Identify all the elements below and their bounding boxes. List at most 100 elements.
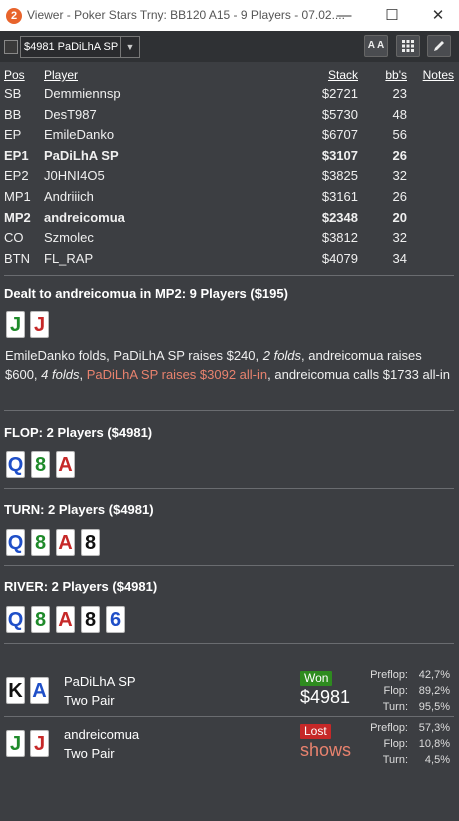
row-stack: $3812	[321, 230, 358, 246]
equity-value: 89,2%	[418, 685, 450, 697]
table-row[interactable]: MP1 Andriiich $3161 26	[0, 189, 459, 210]
header-notes[interactable]: Notes	[423, 68, 454, 82]
title-bar: 2 Viewer - Poker Stars Trny: BB120 A15 -…	[0, 0, 459, 31]
row-stack: $2721	[321, 86, 358, 101]
playing-card: J	[30, 730, 49, 757]
divider	[4, 565, 454, 566]
row-player: Andriiich	[44, 189, 94, 204]
playing-card: 8	[81, 606, 100, 633]
row-stack: $3107	[321, 147, 358, 163]
table-row[interactable]: BB DesT987 $5730 48	[0, 107, 459, 128]
row-pos: SB	[4, 86, 22, 101]
playing-card: A	[56, 451, 75, 478]
playing-card: Q	[6, 451, 25, 478]
playing-card: K	[6, 677, 25, 704]
row-stack: $6707	[321, 127, 358, 143]
playing-card: 6	[106, 606, 125, 633]
grid-button[interactable]	[396, 35, 420, 57]
equity-label: Flop:	[383, 685, 408, 697]
row-bbs: 48	[392, 106, 407, 122]
row-bbs: 26	[392, 189, 407, 204]
row-stack: $3825	[321, 168, 358, 184]
row-player: DesT987	[44, 106, 97, 122]
result-badge: Won	[300, 671, 333, 686]
table-row[interactable]: EP1 PaDiLhA SP $3107 26	[0, 148, 459, 169]
table-row[interactable]: BTN FL_RAP $4079 34	[0, 251, 459, 272]
header-bbs[interactable]: bb's	[385, 68, 407, 82]
row-pos: EP	[4, 127, 22, 143]
equity-value: 95,5%	[418, 701, 450, 713]
font-size-icon: A A	[367, 40, 385, 51]
font-size-button[interactable]: A A	[364, 35, 388, 57]
equity-value: 10,8%	[418, 738, 450, 750]
row-pos: EP2	[4, 168, 29, 184]
row-bbs: 20	[392, 209, 407, 225]
row-player: Szmolec	[44, 230, 94, 246]
divider	[4, 275, 454, 276]
row-pos: MP1	[4, 189, 31, 204]
select-checkbox[interactable]	[4, 40, 18, 54]
row-pos: CO	[4, 230, 24, 246]
window-title: Viewer - Poker Stars Trny: BB120 A15 - 9…	[27, 8, 345, 22]
row-player: EmileDanko	[44, 127, 115, 143]
playing-card: J	[6, 311, 25, 338]
row-player: J0HNI4O5	[44, 168, 105, 184]
edit-button[interactable]	[427, 35, 451, 57]
table-row[interactable]: SB Demmiennsp $2721 23	[0, 86, 459, 107]
row-bbs: 23	[392, 86, 407, 101]
chevron-down-icon[interactable]: ▼	[120, 37, 139, 57]
playing-card: J	[6, 730, 25, 757]
row-pos: MP2	[4, 209, 31, 225]
close-button[interactable]: ✕	[415, 0, 459, 31]
table-row[interactable]: MP2 andreicomua $2348 20	[0, 210, 459, 231]
preflop-title: Dealt to andreicomua in MP2: 9 Players (…	[4, 286, 288, 301]
divider	[4, 643, 454, 644]
hand-select[interactable]: $4981 PaDiLhA SP ▼	[20, 36, 140, 58]
pencil-icon	[434, 41, 444, 51]
divider	[4, 410, 454, 411]
flop-title: FLOP: 2 Players ($4981)	[4, 425, 153, 440]
result-amount: $4981	[300, 687, 351, 707]
showdown-hand: Two Pair	[64, 746, 115, 761]
minimize-button[interactable]: —	[321, 0, 367, 31]
playing-card: A	[30, 677, 49, 704]
playing-card: A	[56, 606, 75, 633]
row-pos: BTN	[4, 250, 30, 266]
row-stack: $2348	[321, 209, 358, 225]
divider	[4, 716, 454, 717]
equity-label: Turn:	[382, 754, 408, 766]
playing-card: 8	[31, 529, 50, 556]
row-bbs: 26	[392, 147, 407, 163]
result-badge: Lost	[300, 724, 331, 739]
table-row[interactable]: EP2 J0HNI4O5 $3825 32	[0, 168, 459, 189]
equity-label: Preflop:	[370, 669, 408, 681]
playing-card: Q	[6, 529, 25, 556]
row-bbs: 56	[392, 127, 407, 143]
showdown-hand: Two Pair	[64, 693, 115, 708]
playing-card: A	[56, 529, 75, 556]
divider	[4, 488, 454, 489]
river-title: RIVER: 2 Players ($4981)	[4, 579, 158, 594]
playing-card: J	[30, 311, 49, 338]
table-row[interactable]: CO Szmolec $3812 32	[0, 230, 459, 251]
header-player[interactable]: Player	[44, 68, 78, 82]
header-pos[interactable]: Pos	[4, 68, 25, 82]
equity-value: 42,7%	[418, 669, 450, 681]
row-bbs: 34	[392, 250, 407, 266]
header-stack[interactable]: Stack	[328, 68, 358, 82]
hand-select-value: $4981 PaDiLhA SP	[24, 41, 119, 53]
showdown-player-name: andreicomua	[64, 727, 140, 742]
row-stack: $5730	[321, 106, 358, 122]
table-row[interactable]: EP EmileDanko $6707 56	[0, 127, 459, 148]
row-player: FL_RAP	[44, 250, 94, 266]
playing-card: 8	[31, 451, 50, 478]
grid-icon	[402, 40, 414, 52]
row-bbs: 32	[392, 230, 407, 246]
playing-card: 8	[31, 606, 50, 633]
row-stack: $3161	[321, 189, 358, 204]
row-player: Demmiennsp	[44, 86, 121, 101]
row-player: andreicomua	[44, 209, 125, 225]
playing-card: 8	[81, 529, 100, 556]
maximize-button[interactable]: ☐	[369, 0, 415, 31]
showdown-player-name: PaDiLhA SP	[64, 674, 136, 689]
